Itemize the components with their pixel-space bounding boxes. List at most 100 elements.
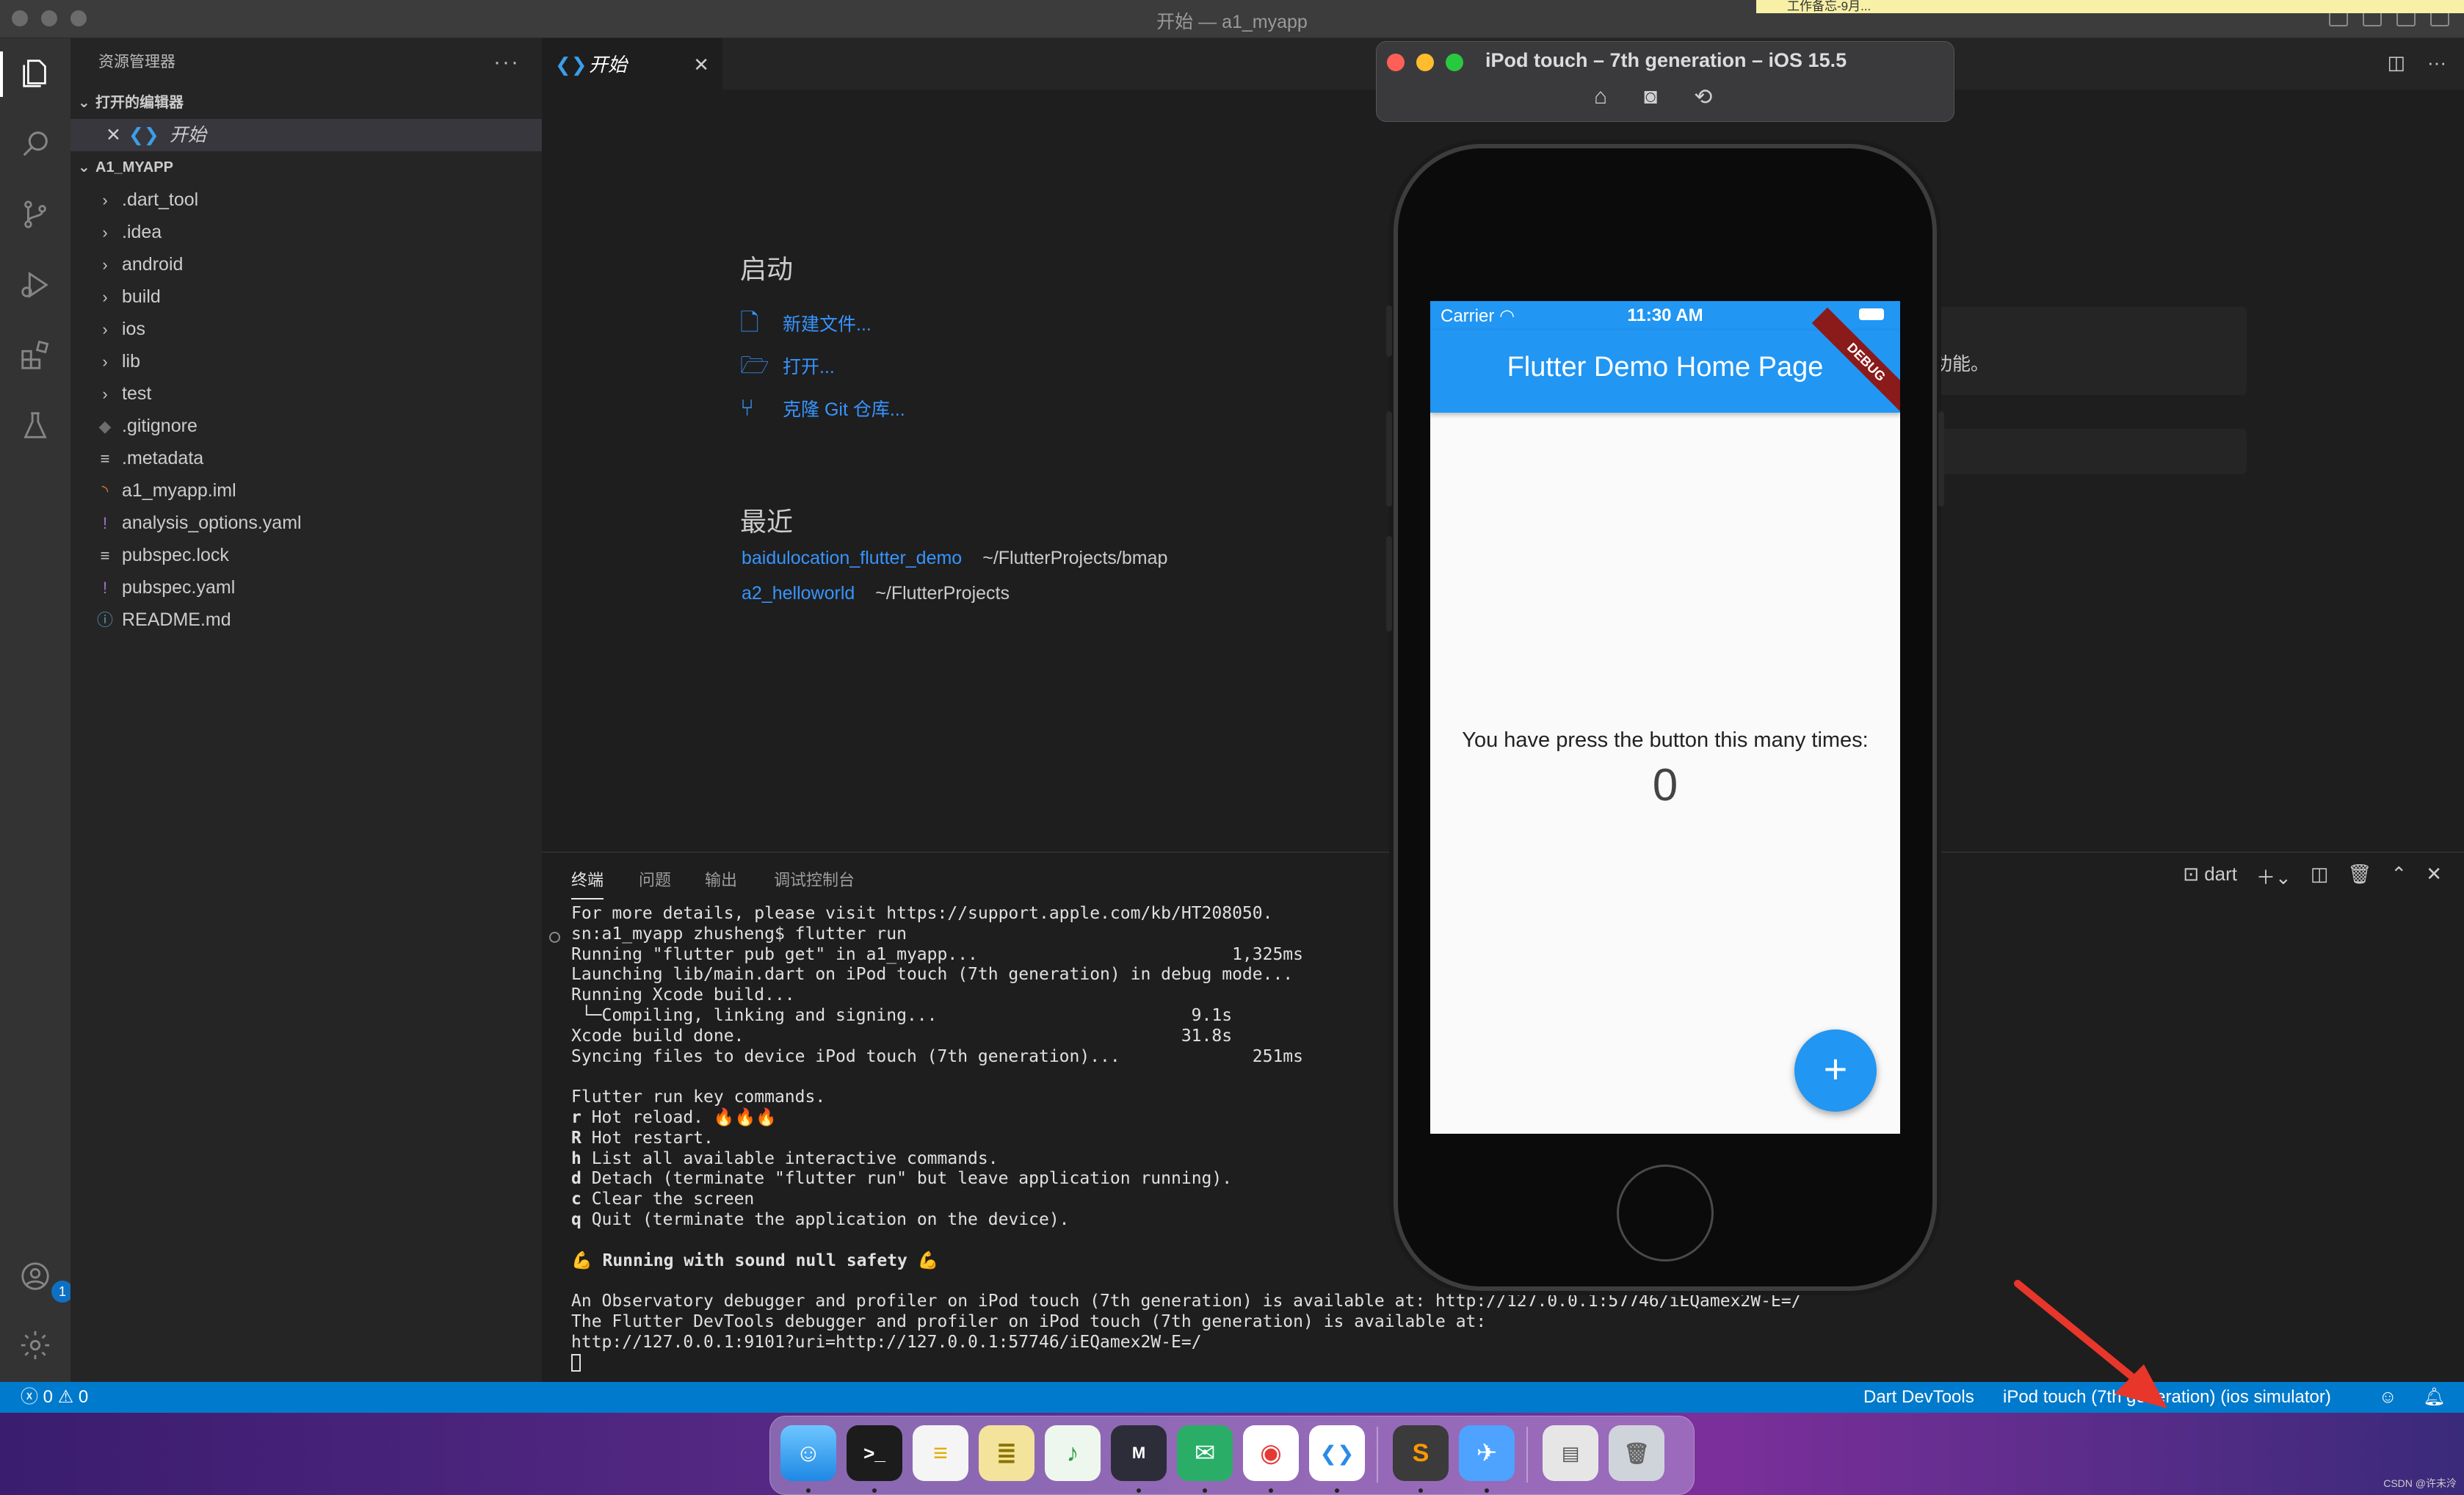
terminal-app-icon[interactable]: >_ (847, 1425, 902, 1481)
yaml-icon: ! (102, 514, 108, 532)
tree-item[interactable]: › ios (70, 313, 542, 345)
tree-item-label: android (122, 254, 184, 275)
settings-gear-icon[interactable] (18, 1328, 53, 1363)
recent-item-name[interactable]: baidulocation_flutter_demo (742, 548, 962, 568)
dock: ☺ >_ ≡ ≣ ♪ M ✉ ◉ ❮❯ S ✈ ▤ 🗑 (769, 1416, 1695, 1495)
walkthrough-text: 功能。 (1934, 354, 1990, 374)
simulator-icon[interactable]: ✈ (1459, 1425, 1515, 1481)
more-actions-icon[interactable]: ··· (2427, 51, 2446, 74)
problems-status[interactable]: ⓧ 0 ⚠ 0 (21, 1382, 88, 1413)
search-icon[interactable] (18, 126, 53, 162)
tree-item[interactable]: ◆ .gitignore (70, 410, 542, 442)
app-bar: Flutter Demo Home Page DEBUG (1430, 307, 1900, 417)
rotate-icon[interactable]: ⟲ (1694, 84, 1712, 110)
tree-item[interactable]: ! pubspec.yaml (70, 571, 542, 604)
project-section[interactable]: ⌄ A1_MYAPP (70, 151, 542, 184)
more-actions-icon[interactable]: ··· (493, 38, 520, 87)
tree-item-label: build (122, 286, 161, 307)
increment-button[interactable]: + (1794, 1029, 1877, 1112)
tree-item[interactable]: ≡ .metadata (70, 442, 542, 474)
run-debug-icon[interactable] (18, 267, 53, 303)
close-icon[interactable]: ✕ (106, 125, 121, 145)
music-app-icon[interactable]: ♪ (1045, 1425, 1101, 1481)
explorer-icon[interactable] (18, 56, 53, 91)
clone-git-link[interactable]: ⑂ 克隆 Git 仓库... (740, 386, 905, 429)
sticky-note[interactable]: 工作备忘-9月... (1756, 0, 2464, 13)
tab-debug-console[interactable]: 调试控制台 (774, 867, 855, 891)
chevron-right-icon: › (102, 223, 108, 242)
close-panel-icon[interactable]: ✕ (2426, 863, 2442, 890)
tree-item-label: pubspec.yaml (122, 577, 236, 598)
tab-output[interactable]: 输出 (705, 867, 737, 891)
tab-problems[interactable]: 问题 (639, 867, 671, 891)
chevron-right-icon: › (102, 352, 108, 371)
tree-item[interactable]: ⓘ README.md (70, 604, 542, 636)
tree-item[interactable]: › android (70, 248, 542, 280)
new-file-icon: 🗋 (740, 309, 759, 336)
tab-terminal[interactable]: 终端 (571, 867, 604, 899)
split-terminal-icon[interactable]: ◫ (2311, 863, 2329, 890)
notes-icon[interactable]: ≡ (913, 1425, 968, 1481)
terminal-shell[interactable]: ⊡ dart (2183, 863, 2237, 890)
simulator-toolbar: iPod touch – 7th generation – iOS 15.5 ⌂… (1376, 41, 1954, 122)
home-icon[interactable]: ⌂ (1594, 84, 1607, 110)
command-decoration-icon[interactable] (549, 932, 560, 943)
open-editors-label: 打开的编辑器 (95, 95, 184, 111)
app-title: Flutter Demo Home Page (1507, 352, 1824, 383)
new-file-link[interactable]: 🗋 新建文件... (740, 301, 905, 344)
home-button[interactable] (1617, 1165, 1714, 1261)
simulator-buttons: ⌂ ◙ ⟲ (1594, 84, 1712, 110)
tree-item[interactable]: ! analysis_options.yaml (70, 507, 542, 539)
tree-item[interactable]: ≡ pubspec.lock (70, 539, 542, 571)
source-control-icon[interactable] (18, 197, 53, 232)
close-tab-icon[interactable]: ✕ (693, 40, 709, 90)
volume-button (1386, 411, 1392, 507)
open-editors-section[interactable]: ⌄ 打开的编辑器 (70, 87, 542, 119)
tab-welcome[interactable]: ❮❯ 开始 ✕ (542, 38, 722, 90)
minimize-window-button[interactable] (1416, 54, 1434, 71)
project-label: A1_MYAPP (95, 159, 173, 175)
tree-item[interactable]: ◝ a1_myapp.iml (70, 474, 542, 507)
chrome-icon[interactable]: ◉ (1243, 1425, 1299, 1481)
accounts-icon[interactable]: 1 (18, 1259, 73, 1303)
split-editor-icon[interactable]: ◫ (2387, 51, 2405, 74)
extensions-icon[interactable] (18, 338, 53, 373)
close-window-button[interactable] (1387, 54, 1405, 71)
tree-item[interactable]: › build (70, 280, 542, 313)
testing-icon[interactable] (18, 408, 53, 444)
terminal-prompt[interactable] (571, 1353, 1802, 1374)
open-link[interactable]: 🗁 打开... (740, 344, 905, 386)
recent-item[interactable]: a2_helloworld ~/FlutterProjects (742, 583, 1010, 604)
vscode-dock-icon[interactable]: ❮❯ (1309, 1425, 1365, 1481)
open-editor-item[interactable]: ✕ ❮❯ 开始 (70, 119, 542, 151)
dart-devtools-status[interactable]: Dart DevTools (1863, 1382, 1974, 1413)
explorer-header: 资源管理器 ··· (70, 38, 542, 87)
terminal-line: An Observatory debugger and profiler on … (571, 1292, 1802, 1311)
recent-item[interactable]: baidulocation_flutter_demo ~/FlutterProje… (742, 548, 1167, 569)
sublime-text-icon[interactable]: S (1393, 1425, 1449, 1481)
tree-item[interactable]: › .dart_tool (70, 184, 542, 216)
zoom-window-button[interactable] (1446, 54, 1463, 71)
tree-item[interactable]: › .idea (70, 216, 542, 248)
tree-item[interactable]: › test (70, 377, 542, 410)
device-screen: Carrier ◠ 11:30 AM Flutter Demo Home Pag… (1430, 301, 1900, 1134)
running-indicator (1335, 1488, 1339, 1493)
maximize-panel-icon[interactable]: ⌃ (2391, 863, 2407, 890)
recent-item-name[interactable]: a2_helloworld (742, 583, 855, 604)
documents-folder-icon[interactable]: ▤ (1543, 1425, 1598, 1481)
screenshot-icon[interactable]: ◙ (1644, 84, 1657, 110)
feedback-icon[interactable]: ☺ (2379, 1382, 2397, 1413)
activity-monitor-icon[interactable]: M (1111, 1425, 1167, 1481)
notifications-bell-icon[interactable]: 🔔︎ (2423, 1382, 2445, 1413)
trash-icon[interactable]: 🗑 (1609, 1425, 1664, 1481)
recent-item-path: ~/FlutterProjects (875, 583, 1010, 604)
new-terminal-icon[interactable]: ＋⌄ (2256, 863, 2291, 890)
open-label: 打开... (783, 357, 835, 377)
wechat-icon[interactable]: ✉ (1177, 1425, 1233, 1481)
open-editor-label: 开始 (169, 125, 206, 145)
finder-icon[interactable]: ☺ (780, 1425, 836, 1481)
trash-icon[interactable]: 🗑 (2347, 863, 2371, 890)
walkthrough-card[interactable] (1938, 429, 2247, 474)
tree-item[interactable]: › lib (70, 345, 542, 377)
stickies-icon[interactable]: ≣ (979, 1425, 1034, 1481)
